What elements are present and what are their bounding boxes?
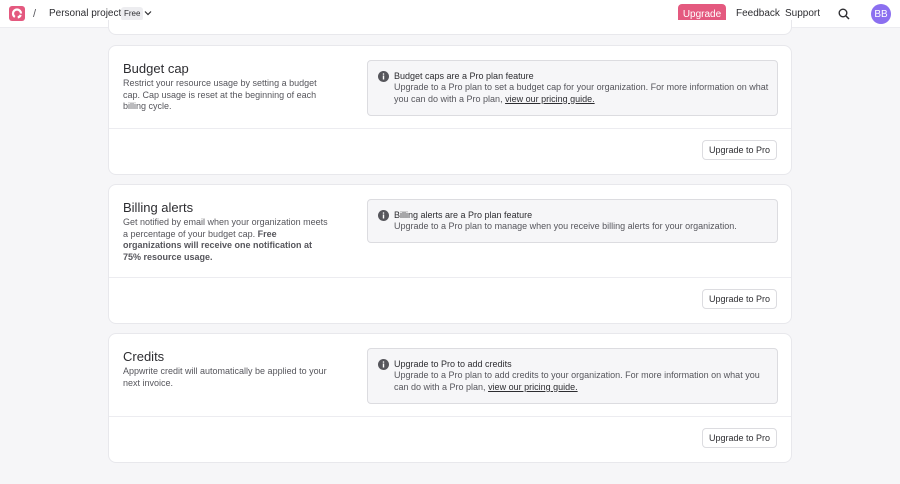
billing-alerts-description-text: Get notified by email when your organiza… xyxy=(123,217,328,239)
billing-alerts-alert-title: Billing alerts are a Pro plan feature xyxy=(394,210,533,220)
previous-card xyxy=(108,20,792,35)
pricing-guide-link[interactable]: view our pricing guide. xyxy=(488,382,578,392)
card-divider xyxy=(109,128,791,129)
chevron-down-icon[interactable] xyxy=(144,9,152,17)
info-icon xyxy=(378,359,389,370)
appwrite-logo-icon[interactable] xyxy=(9,6,25,21)
budget-cap-alert-body: Upgrade to a Pro plan to set a budget ca… xyxy=(394,82,774,105)
card-divider xyxy=(109,277,791,278)
credits-alert-title: Upgrade to Pro to add credits xyxy=(394,359,512,369)
feedback-link[interactable]: Feedback xyxy=(736,8,780,19)
billing-alerts-title: Billing alerts xyxy=(123,200,194,215)
breadcrumb-separator: / xyxy=(33,8,37,20)
search-icon[interactable] xyxy=(838,8,850,20)
upgrade-to-pro-button[interactable]: Upgrade to Pro xyxy=(701,289,777,309)
info-icon xyxy=(378,210,389,221)
support-link[interactable]: Support xyxy=(785,8,820,19)
credits-alert: Upgrade to Pro to add credits Upgrade to… xyxy=(367,348,778,404)
billing-alerts-card: Billing alerts Get notified by email whe… xyxy=(108,184,792,324)
plan-badge: Free xyxy=(121,7,144,21)
credits-card: Credits Appwrite credit will automatical… xyxy=(108,333,792,463)
billing-alerts-alert: Billing alerts are a Pro plan feature Up… xyxy=(367,199,778,243)
credits-title: Credits xyxy=(123,349,165,364)
info-icon xyxy=(378,71,389,82)
upgrade-to-pro-button[interactable]: Upgrade to Pro xyxy=(701,428,777,448)
budget-cap-card: Budget cap Restrict your resource usage … xyxy=(108,45,792,175)
organization-name[interactable]: Personal projects xyxy=(49,8,126,19)
pricing-guide-link[interactable]: view our pricing guide. xyxy=(505,94,595,104)
upgrade-to-pro-button[interactable]: Upgrade to Pro xyxy=(701,140,777,160)
budget-cap-title: Budget cap xyxy=(123,61,189,76)
avatar[interactable]: BB xyxy=(871,4,891,24)
budget-cap-description: Restrict your resource usage by setting … xyxy=(123,78,317,111)
credits-description: Appwrite credit will automatically be ap… xyxy=(123,366,327,388)
billing-alerts-description: Get notified by email when your organiza… xyxy=(123,217,329,263)
billing-alerts-alert-body: Upgrade to a Pro plan to manage when you… xyxy=(394,221,737,231)
budget-cap-alert-title: Budget caps are a Pro plan feature xyxy=(394,71,534,81)
credits-alert-body: Upgrade to a Pro plan to add credits to … xyxy=(394,370,774,393)
card-divider xyxy=(109,416,791,417)
budget-cap-alert: Budget caps are a Pro plan feature Upgra… xyxy=(367,60,778,116)
